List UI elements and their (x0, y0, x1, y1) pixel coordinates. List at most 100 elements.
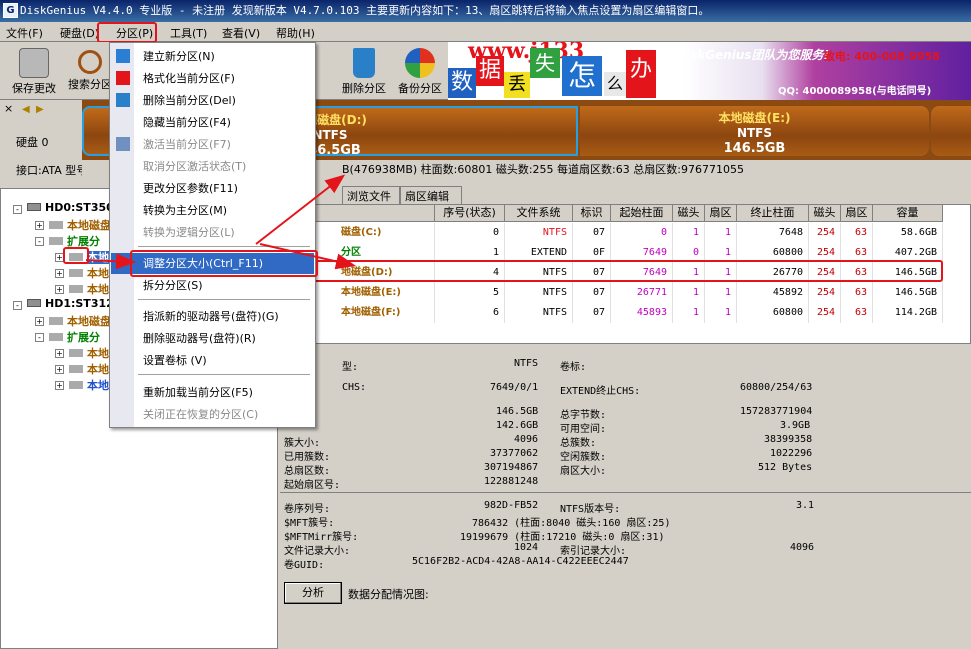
menu-item-label: 隐藏当前分区(F4) (143, 116, 231, 129)
tab-browse-files[interactable]: 浏览文件 (342, 186, 400, 204)
analyze-button[interactable]: 分析 (284, 582, 342, 604)
detail-label: 卷序列号: (284, 504, 331, 515)
tree-local-2[interactable]: 本地磁盘 (49, 313, 111, 329)
table-cell-fs[interactable]: NTFS (505, 223, 573, 243)
partition-icon (69, 349, 83, 357)
detail-value: 982D-FB52 (484, 500, 539, 511)
table-cell-sc[interactable]: 45893 (611, 303, 673, 323)
menu-item-5[interactable]: 取消分区激活状态(T) (111, 156, 314, 177)
table-cell-num[interactable]: 0 (435, 223, 505, 243)
menu-item-0[interactable]: 建立新分区(N) (111, 46, 314, 67)
menu-item-3[interactable]: 隐藏当前分区(F4) (111, 112, 314, 133)
table-cell-eh[interactable]: 254 (809, 303, 841, 323)
table-cell-id[interactable]: 07 (573, 223, 611, 243)
col-header[interactable]: 磁头 (809, 205, 841, 222)
col-header[interactable]: 扇区 (705, 205, 737, 222)
menu-view[interactable]: 查看(V) (222, 25, 260, 41)
menu-item-label: 格式化当前分区(F) (143, 72, 235, 85)
prev-disk-icon[interactable]: ◀ (22, 104, 30, 115)
detail-label: 可用空间: (560, 424, 607, 435)
table-cell-ss[interactable]: 1 (705, 283, 737, 303)
col-header[interactable]: 容量 (873, 205, 943, 222)
menu-item-4[interactable]: 激活当前分区(F7) (111, 134, 314, 155)
tree-partition-h[interactable]: 本地 (69, 361, 109, 377)
menu-item-10[interactable]: 拆分分区(S) (111, 275, 314, 296)
detail-label: 总簇数: (560, 438, 597, 449)
table-cell-num[interactable]: 6 (435, 303, 505, 323)
menu-item-label: 关闭正在恢复的分区(C) (143, 408, 259, 421)
detail-value: 19199679 (柱面:17210 磁头:0 扇区:31) (460, 532, 665, 543)
menu-tools[interactable]: 工具(T) (170, 25, 207, 41)
tree-partition-i[interactable]: 本地 (69, 377, 109, 393)
tree-hd0[interactable]: HD0:ST350 (27, 201, 114, 214)
col-header[interactable]: 起始柱面 (611, 205, 673, 222)
table-cell-ec[interactable]: 60800 (737, 303, 809, 323)
ad-banner[interactable]: www.j133 数 据 丢 失 怎 么 办 DiskGenius团队为您服务!… (448, 42, 971, 100)
tree-extended-2[interactable]: 扩展分 (49, 329, 100, 345)
tab-sector-edit[interactable]: 扇区编辑 (400, 186, 462, 204)
delete-partition-button[interactable]: 删除分区 (336, 46, 392, 98)
tree-partition-e[interactable]: 本地 (69, 265, 109, 281)
partition-details: 型: NTFS 卷标: CHS: 7649/0/1 EXTEND终止CHS: 6… (280, 344, 971, 649)
table-cell-sh[interactable]: 1 (673, 303, 705, 323)
table-cell-sh[interactable]: 1 (673, 223, 705, 243)
detail-value: 7649/0/1 (490, 382, 539, 393)
table-cell-fs[interactable]: NTFS (505, 283, 573, 303)
table-cell-cap[interactable]: 146.5GB (873, 283, 943, 303)
col-header[interactable]: 序号(状态) (435, 205, 505, 222)
table-cell-es[interactable]: 63 (841, 223, 873, 243)
save-button[interactable]: 保存更改 (6, 46, 62, 98)
menu-item-8[interactable]: 转换为逻辑分区(L) (111, 222, 314, 243)
menu-item-12[interactable]: 删除驱动器号(盘符)(R) (111, 328, 314, 349)
table-cell-sc[interactable]: 26771 (611, 283, 673, 303)
menu-item-13[interactable]: 设置卷标 (V) (111, 350, 314, 371)
table-cell-eh[interactable]: 254 (809, 283, 841, 303)
table-cell-es[interactable]: 63 (841, 283, 873, 303)
table-cell-eh[interactable]: 254 (809, 223, 841, 243)
col-header[interactable]: 磁头 (673, 205, 705, 222)
menu-help[interactable]: 帮助(H) (276, 25, 315, 41)
menu-item-15[interactable]: 关闭正在恢复的分区(C) (111, 404, 314, 425)
col-header[interactable]: 扇区 (841, 205, 873, 222)
col-header[interactable]: 文件系统 (505, 205, 573, 222)
backup-partition-button[interactable]: 备份分区 (392, 46, 448, 98)
table-cell-cap[interactable]: 58.6GB (873, 223, 943, 243)
table-cell-es[interactable]: 63 (841, 303, 873, 323)
menu-item-1[interactable]: 格式化当前分区(F) (111, 68, 314, 89)
diskmap-partition-f[interactable] (931, 106, 971, 156)
table-cell-id[interactable]: 07 (573, 303, 611, 323)
detail-label: 索引记录大小: (560, 546, 627, 557)
menu-item-7[interactable]: 转换为主分区(M) (111, 200, 314, 221)
table-cell-ss[interactable]: 1 (705, 223, 737, 243)
diskmap-partition-e[interactable]: 本地磁盘(E:) NTFS 146.5GB (580, 106, 929, 156)
disk-nav-panel: × ◀ ▶ 硬盘 0 接口:ATA 型号:S (0, 100, 98, 182)
window-title: DiskGenius V4.4.0 专业版 - 未注册 发现新版本 V4.7.0… (20, 4, 710, 17)
menu-item-6[interactable]: 更改分区参数(F11) (111, 178, 314, 199)
table-cell-sc[interactable]: 0 (611, 223, 673, 243)
menu-item-14[interactable]: 重新加载当前分区(F5) (111, 382, 314, 403)
menu-item-11[interactable]: 指派新的驱动器号(盘符)(G) (111, 306, 314, 327)
tree-partition-f[interactable]: 本地 (69, 281, 109, 297)
next-disk-icon[interactable]: ▶ (36, 104, 44, 115)
table-cell-sh[interactable]: 1 (673, 283, 705, 303)
table-cell-id[interactable]: 07 (573, 283, 611, 303)
menu-item-icon (116, 137, 130, 151)
menu-disk[interactable]: 硬盘(D) (60, 25, 99, 41)
table-cell-fs[interactable]: NTFS (505, 303, 573, 323)
tree-partition-g[interactable]: 本地 (69, 345, 109, 361)
close-icon[interactable]: × (4, 102, 13, 115)
menu-file[interactable]: 文件(F) (6, 25, 43, 41)
disk-geometry: B(476938MB) 柱面数:60801 磁头数:255 每道扇区数:63 总… (342, 163, 744, 176)
col-header[interactable]: 标识 (573, 205, 611, 222)
table-cell-ec[interactable]: 45892 (737, 283, 809, 303)
table-cell-num[interactable]: 5 (435, 283, 505, 303)
table-cell-ec[interactable]: 7648 (737, 223, 809, 243)
detail-value: 512 Bytes (758, 462, 813, 473)
table-cell-ss[interactable]: 1 (705, 303, 737, 323)
col-header[interactable]: 终止柱面 (737, 205, 809, 222)
menu-bar: 文件(F) 硬盘(D) 分区(P) 工具(T) 查看(V) 帮助(H) (0, 22, 971, 43)
menu-item-2[interactable]: 删除当前分区(Del) (111, 90, 314, 111)
table-cell-cap[interactable]: 114.2GB (873, 303, 943, 323)
tree-local-1[interactable]: 本地磁盘 (49, 217, 111, 233)
tree-hd1[interactable]: HD1:ST312 (27, 297, 114, 310)
